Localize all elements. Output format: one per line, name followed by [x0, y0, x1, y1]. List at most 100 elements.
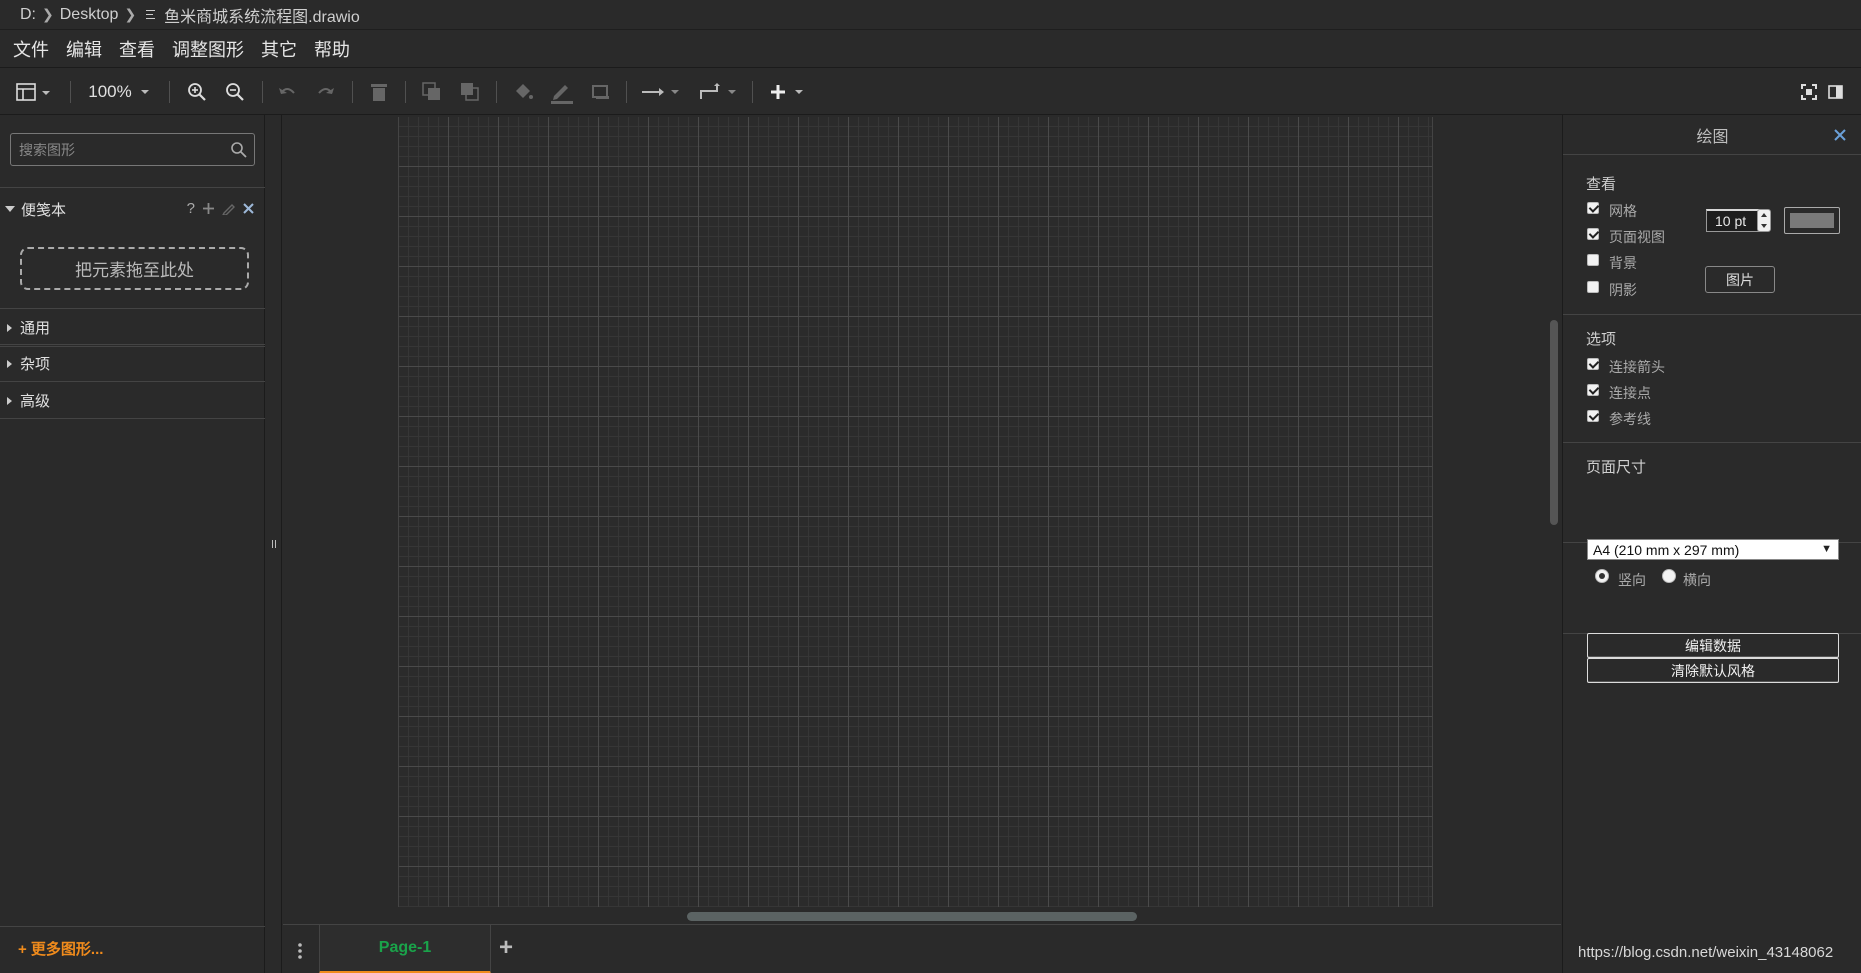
chevron-right-icon: ❯ — [124, 6, 137, 22]
section-general-label: 通用 — [20, 320, 51, 337]
zoom-in-button[interactable] — [184, 69, 210, 115]
format-panel: 绘图 查看 网格 页面视图 背景 阴影 10 pt 图片 选项 连接箭头 连接点… — [1562, 115, 1861, 973]
caret-down-icon — [5, 206, 15, 212]
search-icon[interactable] — [230, 141, 248, 159]
menu-file[interactable]: 文件 — [13, 36, 49, 62]
to-front-icon — [422, 82, 440, 100]
grid-checkbox[interactable] — [1587, 202, 1599, 214]
caret-right-icon — [7, 396, 12, 405]
fullscreen-icon — [1801, 84, 1817, 100]
to-back-icon — [461, 83, 479, 101]
paint-bucket-icon — [516, 84, 533, 99]
menu-help[interactable]: 帮助 — [314, 36, 350, 62]
close-icon[interactable] — [242, 202, 255, 215]
sidebar-right-icon — [1828, 85, 1843, 99]
connection-arrows-label: 连接箭头 — [1609, 359, 1665, 375]
view-heading: 查看 — [1586, 176, 1617, 193]
section-advanced[interactable]: 高级 — [0, 382, 265, 419]
scratchpad-dropzone[interactable]: 把元素拖至此处 — [20, 247, 249, 290]
connection-arrows-checkbox[interactable] — [1587, 358, 1599, 370]
shadow-checkbox[interactable] — [1587, 281, 1599, 293]
paper-size-section: 页面尺寸 — [1563, 443, 1861, 543]
watermark-url: https://blog.csdn.net/weixin_43148062 — [1578, 944, 1834, 961]
to-front-button[interactable] — [419, 69, 445, 115]
zoom-out-button[interactable] — [222, 69, 248, 115]
page-grid[interactable] — [398, 117, 1433, 907]
sidebar-splitter[interactable] — [266, 115, 282, 973]
page-view-label: 页面视图 — [1609, 229, 1665, 245]
menu-extras[interactable]: 其它 — [261, 36, 297, 62]
redo-button[interactable] — [313, 69, 339, 115]
edit-data-button[interactable]: 编辑数据 — [1587, 633, 1839, 658]
arrow-right-icon — [642, 88, 679, 96]
vertical-scrollbar[interactable] — [1550, 320, 1558, 525]
options-section: 选项 连接箭头 连接点 参考线 — [1563, 315, 1861, 443]
delete-button[interactable] — [366, 69, 392, 115]
elbow-connector-icon — [700, 83, 736, 99]
guides-checkbox[interactable] — [1587, 410, 1599, 422]
background-image-button[interactable]: 图片 — [1705, 266, 1775, 293]
background-label: 背景 — [1609, 255, 1637, 271]
connection-points-label: 连接点 — [1609, 385, 1651, 401]
page-view-checkbox[interactable] — [1587, 228, 1599, 240]
breadcrumb-file[interactable]: 鱼米商城系统流程图.drawio — [164, 3, 360, 27]
page-tab-bar: Page-1 + — [283, 924, 1561, 973]
grid-color-swatch[interactable] — [1784, 207, 1840, 234]
waypoints-button[interactable] — [696, 69, 742, 115]
format-panel-toggle[interactable] — [1824, 69, 1848, 115]
chevron-right-icon: ❯ — [42, 6, 54, 22]
fill-color-button[interactable] — [510, 69, 536, 115]
plus-icon[interactable] — [202, 202, 215, 215]
zoom-dropdown[interactable]: 100% — [86, 69, 156, 115]
help-icon[interactable]: ? — [187, 200, 195, 217]
plus-icon — [771, 85, 803, 99]
section-advanced-label: 高级 — [20, 393, 51, 410]
line-color-button[interactable] — [547, 69, 575, 115]
search-input[interactable] — [11, 134, 221, 165]
guides-label: 参考线 — [1609, 411, 1651, 427]
fullscreen-button[interactable] — [1797, 69, 1821, 115]
diagram-canvas[interactable] — [283, 115, 1561, 924]
format-panel-title: 绘图 — [1563, 115, 1861, 155]
undo-icon — [279, 88, 295, 94]
insert-button[interactable] — [766, 69, 810, 115]
add-page-button[interactable]: + — [499, 934, 513, 962]
background-checkbox[interactable] — [1587, 254, 1599, 266]
shapes-sidebar: 便笺本 ? 通用 杂项 高级 + 更多图形... — [0, 115, 265, 973]
scratchpad-title: 便笺本 — [21, 201, 67, 219]
horizontal-scrollbar[interactable] — [687, 912, 1137, 921]
tab-page-1[interactable]: Page-1 — [319, 925, 491, 973]
menu-edit[interactable]: 编辑 — [66, 36, 102, 62]
clear-default-style-button[interactable]: 清除默认风格 — [1587, 658, 1839, 683]
shape-search — [10, 133, 255, 166]
to-back-button[interactable] — [457, 69, 483, 115]
shadow-icon — [592, 85, 609, 99]
zoom-out-icon — [226, 83, 244, 101]
menu-arrange[interactable]: 调整图形 — [172, 36, 244, 62]
toolbar: 100% — [0, 69, 1861, 115]
connection-points-checkbox[interactable] — [1587, 384, 1599, 396]
section-misc[interactable]: 杂项 — [0, 345, 265, 382]
edit-icon[interactable] — [222, 202, 235, 215]
view-layout-button[interactable] — [12, 69, 56, 115]
connection-style-button[interactable] — [638, 69, 684, 115]
menu-bar: 文件 编辑 查看 调整图形 其它 帮助 — [0, 30, 1861, 68]
more-shapes-link[interactable]: + 更多图形... — [18, 938, 103, 959]
grid-size-stepper[interactable] — [1757, 209, 1771, 232]
breadcrumb-folder[interactable]: Desktop — [60, 6, 119, 24]
more-vertical-icon[interactable] — [297, 943, 303, 959]
section-misc-label: 杂项 — [20, 356, 51, 373]
zoom-in-icon — [188, 83, 206, 101]
grid-size-input[interactable]: 10 pt — [1706, 209, 1762, 232]
section-general[interactable]: 通用 — [0, 308, 265, 345]
pencil-icon — [551, 85, 573, 104]
close-icon[interactable] — [1833, 128, 1847, 142]
panels-icon — [16, 83, 50, 101]
breadcrumb-drive[interactable]: D: — [20, 6, 36, 24]
menu-view[interactable]: 查看 — [119, 36, 155, 62]
shadow-button[interactable] — [587, 69, 613, 115]
chevron-down-icon — [140, 90, 149, 94]
undo-button[interactable] — [274, 69, 300, 115]
options-heading: 选项 — [1586, 331, 1617, 348]
sidebar-footer: + 更多图形... — [0, 926, 265, 973]
